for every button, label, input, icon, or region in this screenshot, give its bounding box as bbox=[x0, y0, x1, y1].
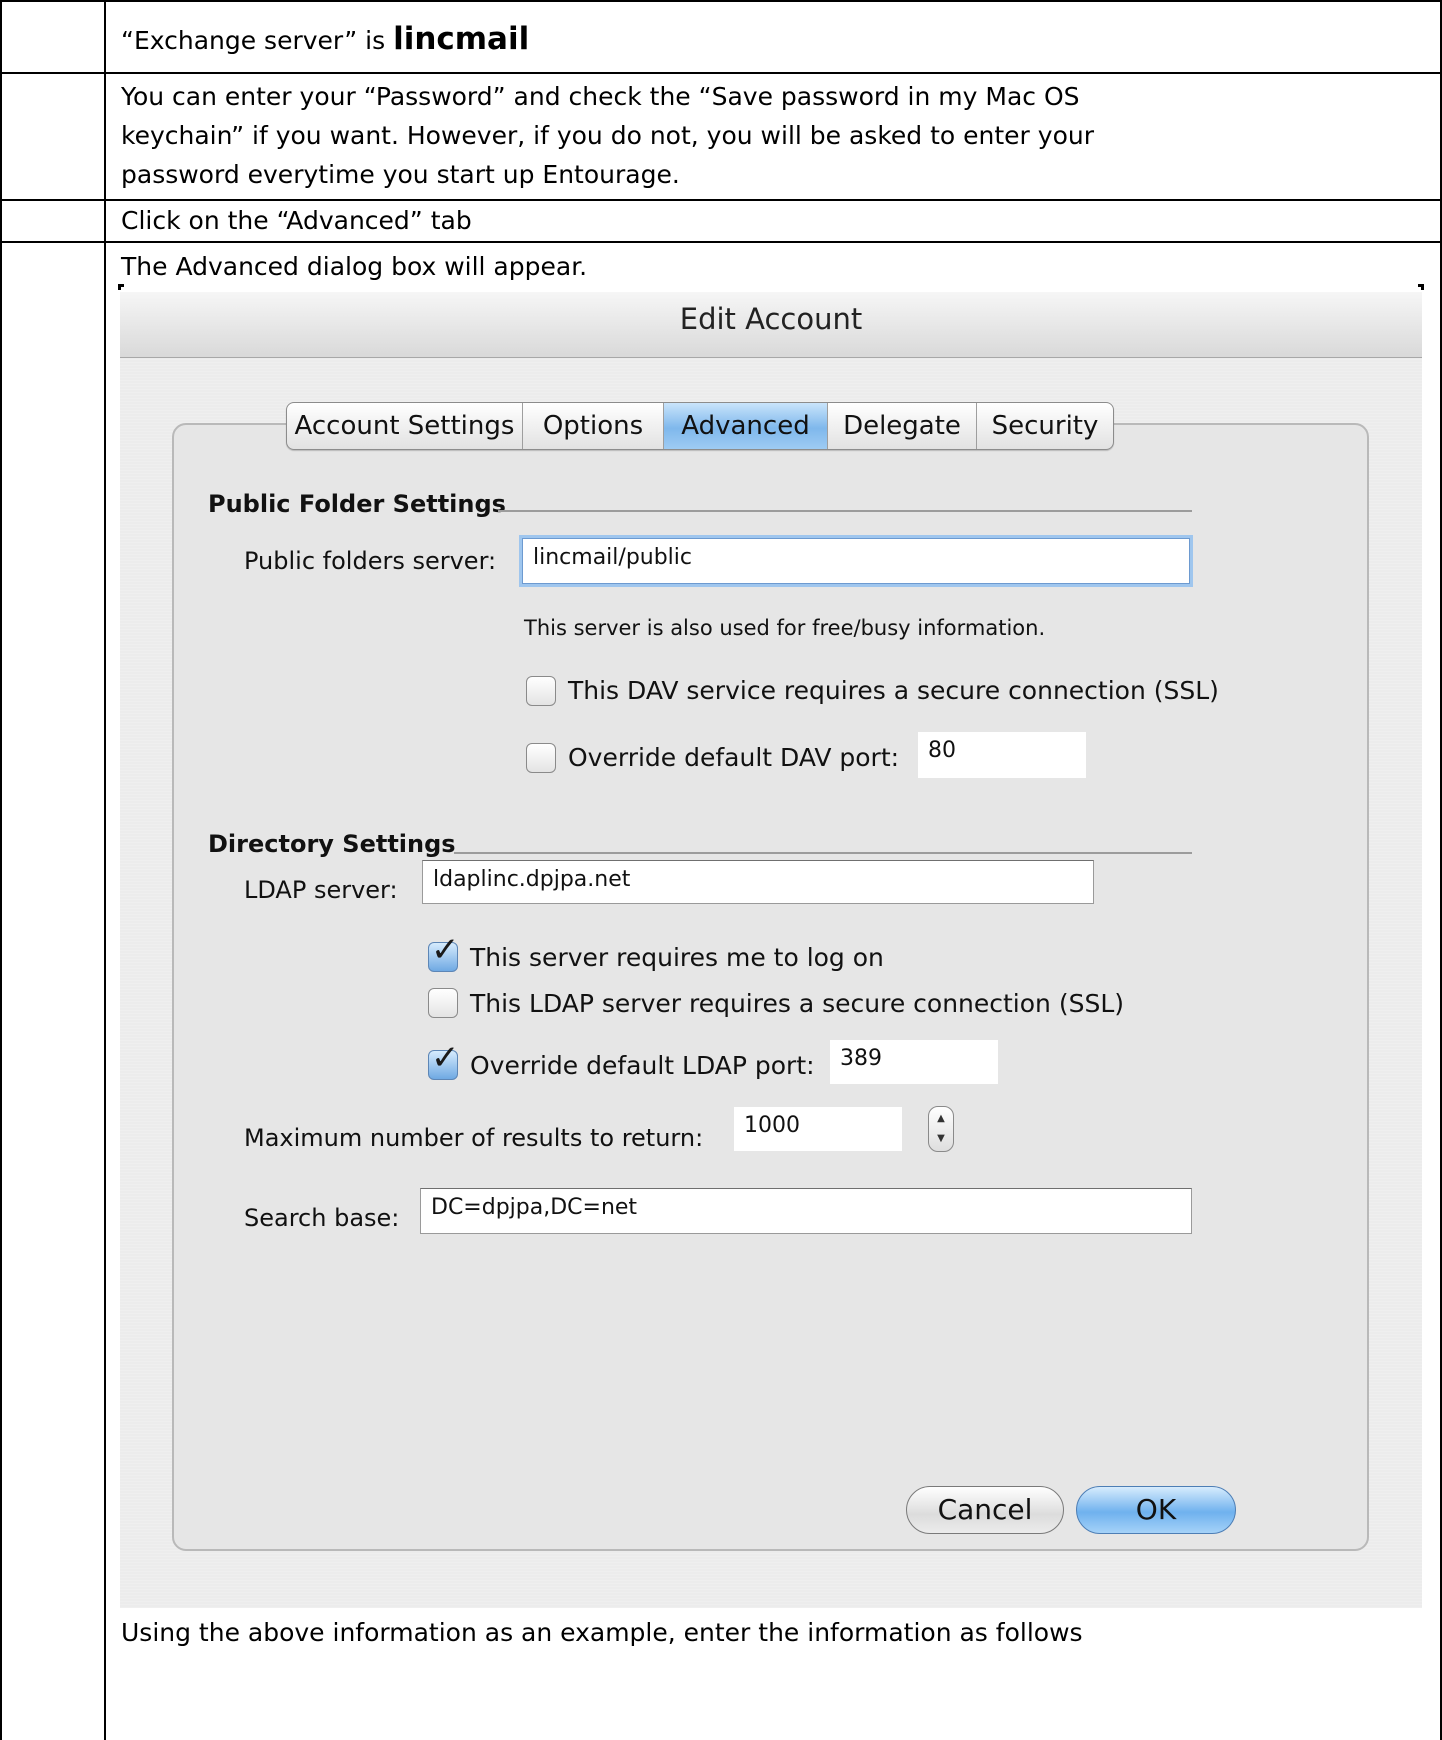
section-divider bbox=[498, 510, 1192, 512]
checkmark-icon: ✓ bbox=[431, 930, 460, 970]
ldap-server-input[interactable]: ldaplinc.dpjpa.net bbox=[422, 860, 1094, 904]
table-rule bbox=[0, 72, 1442, 74]
tab-content-panel bbox=[172, 423, 1369, 1551]
footer-instruction: Using the above information as an exampl… bbox=[121, 1618, 1083, 1647]
public-folders-server-label: Public folders server: bbox=[244, 547, 497, 575]
dialog-titlebar: Edit Account bbox=[120, 292, 1422, 358]
table-border-left bbox=[0, 0, 2, 1740]
edit-account-dialog: Edit Account Account Settings Options Ad… bbox=[118, 284, 1424, 1608]
ldap-port-label: Override default LDAP port: bbox=[470, 1051, 815, 1080]
advanced-dialog-intro: The Advanced dialog box will appear. bbox=[121, 252, 588, 281]
tab-options[interactable]: Options bbox=[523, 403, 664, 449]
public-folder-section-title: Public Folder Settings bbox=[208, 490, 506, 518]
password-instructions-line-3: password everytime you start up Entourag… bbox=[121, 160, 680, 189]
password-instructions-line-1: You can enter your “Password” and check … bbox=[121, 82, 1080, 111]
cancel-button[interactable]: Cancel bbox=[906, 1486, 1064, 1534]
arrow-down-icon[interactable]: ▼ bbox=[929, 1133, 953, 1144]
ldap-server-label: LDAP server: bbox=[244, 876, 398, 904]
checkmark-icon: ✓ bbox=[431, 1038, 460, 1078]
table-rule bbox=[0, 199, 1442, 201]
dav-port-checkbox[interactable] bbox=[526, 743, 556, 773]
ok-button[interactable]: OK bbox=[1076, 1486, 1236, 1534]
ldap-ssl-label: This LDAP server requires a secure conne… bbox=[470, 989, 1125, 1018]
ldap-port-checkbox[interactable]: ✓ bbox=[428, 1041, 460, 1080]
ldap-ssl-checkbox[interactable] bbox=[428, 988, 458, 1018]
screenshot-corner-mark bbox=[1418, 284, 1424, 290]
arrow-up-icon[interactable]: ▲ bbox=[929, 1113, 953, 1124]
password-instructions-line-2: keychain” if you want. However, if you d… bbox=[121, 121, 1094, 150]
max-results-stepper[interactable]: ▲ ▼ bbox=[928, 1106, 954, 1152]
search-base-label: Search base: bbox=[244, 1204, 400, 1232]
table-rule bbox=[0, 241, 1442, 243]
max-results-label: Maximum number of results to return: bbox=[244, 1124, 704, 1152]
directory-section-title: Directory Settings bbox=[208, 830, 456, 858]
exchange-server-text: “Exchange server” is lincmail bbox=[121, 20, 529, 60]
exchange-server-label: “Exchange server” is bbox=[121, 26, 394, 55]
tab-delegate[interactable]: Delegate bbox=[828, 403, 977, 449]
public-folders-server-input[interactable]: lincmail/public bbox=[522, 538, 1190, 584]
dav-ssl-checkbox[interactable] bbox=[526, 676, 556, 706]
tab-security[interactable]: Security bbox=[977, 403, 1113, 449]
table-rule bbox=[0, 0, 1442, 2]
dav-port-input[interactable]: 80 bbox=[918, 732, 1086, 778]
exchange-server-value: lincmail bbox=[393, 21, 530, 57]
dialog-title: Edit Account bbox=[679, 302, 863, 336]
tab-bar: Account Settings Options Advanced Delega… bbox=[286, 402, 1114, 450]
screenshot-corner-mark bbox=[118, 284, 124, 290]
tab-advanced[interactable]: Advanced bbox=[664, 403, 828, 449]
advanced-tab-instruction: Click on the “Advanced” tab bbox=[121, 206, 472, 235]
dav-ssl-label: This DAV service requires a secure conne… bbox=[568, 676, 1219, 705]
logon-checkbox[interactable]: ✓ bbox=[428, 933, 460, 972]
free-busy-note: This server is also used for free/busy i… bbox=[524, 616, 1046, 640]
logon-label: This server requires me to log on bbox=[470, 943, 884, 972]
table-column-divider bbox=[104, 0, 106, 1740]
section-divider bbox=[454, 852, 1192, 854]
ldap-port-input[interactable]: 389 bbox=[830, 1040, 998, 1084]
tab-account-settings[interactable]: Account Settings bbox=[287, 403, 523, 449]
search-base-input[interactable]: DC=dpjpa,DC=net bbox=[420, 1188, 1192, 1234]
dav-port-label: Override default DAV port: bbox=[568, 743, 900, 772]
max-results-input[interactable]: 1000 bbox=[734, 1107, 902, 1151]
